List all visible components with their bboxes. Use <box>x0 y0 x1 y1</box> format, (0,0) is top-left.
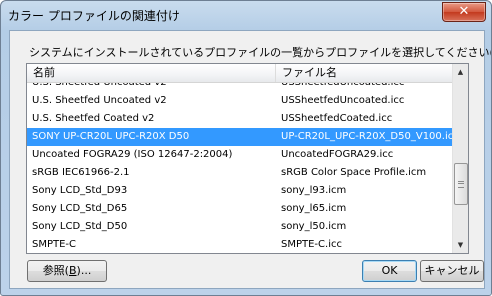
list-item[interactable]: U.S. Sheetfed Uncoated v2 USSheetfedUnco… <box>27 92 453 110</box>
profile-filename: USSheetfedCoated.icc <box>281 113 393 124</box>
profile-name: U.S. Sheetfed Uncoated v2 <box>32 95 167 106</box>
profile-filename: UP-CR20L_UPC-R20X_D50_V100.icm <box>281 131 453 142</box>
list-item[interactable]: U.S. Sheetfed Coated v2 USSheetfedCoated… <box>27 110 453 128</box>
list-body: U.S. Sheetfed Uncoated v2 USSheetfedUnco… <box>27 83 453 253</box>
profile-name: SMPTE-C <box>32 239 77 250</box>
close-button[interactable]: ✕ <box>442 2 486 22</box>
window-title: カラー プロファイルの関連付け <box>8 9 180 23</box>
grip-icon <box>458 181 464 188</box>
list-item[interactable]: Sony LCD_Std_D93 sony_l93.icm <box>27 182 453 200</box>
profile-filename: sony_l65.icm <box>281 203 347 214</box>
scrollbar-thumb[interactable] <box>454 163 468 205</box>
list-item[interactable]: sRGB IEC61966-2.1 sRGB Color Space Profi… <box>27 164 453 182</box>
profile-name: Sony LCD_Std_D65 <box>32 203 128 214</box>
instruction-text: システムにインストールされているプロファイルの一覧からプロファイルを選択してくだ… <box>29 46 492 59</box>
profile-filename: sony_l50.icm <box>281 221 347 232</box>
profile-name: Sony LCD_Std_D93 <box>32 185 128 196</box>
list-item-partial[interactable]: U.S. Sheetfed Uncoated v2 USSheetfedUnco… <box>27 83 453 92</box>
profile-name: Sony LCD_Std_D50 <box>32 221 128 232</box>
profile-list[interactable]: 名前 ファイル名 U.S. Sheetfed Uncoated v2 USShe… <box>26 63 469 254</box>
profile-name: sRGB IEC61966-2.1 <box>32 167 130 178</box>
browse-suffix: )... <box>76 264 92 277</box>
instruction-label: システムにインストールされているプロファイルの一覧からプロファイルを選択してくだ… <box>29 44 492 60</box>
cancel-button[interactable]: キャンセル <box>420 260 484 282</box>
profile-filename: USSheetfedUncoated.icc <box>281 83 453 92</box>
profile-name: SONY UP-CR20L UPC-R20X D50 <box>32 131 190 142</box>
list-header: 名前 ファイル名 <box>27 64 453 83</box>
scroll-up-arrow-icon[interactable]: ▲ <box>453 64 468 80</box>
column-header-name[interactable]: 名前 <box>27 64 276 82</box>
scroll-down-arrow-icon[interactable]: ▼ <box>453 237 468 253</box>
profile-filename: sRGB Color Space Profile.icm <box>281 167 427 178</box>
browse-label: 参照( <box>42 264 69 277</box>
dialog-client-area: システムにインストールされているプロファイルの一覧からプロファイルを選択してくだ… <box>9 30 491 289</box>
list-item[interactable]: Sony LCD_Std_D65 sony_l65.icm <box>27 200 453 218</box>
profile-filename: USSheetfedUncoated.icc <box>281 95 405 106</box>
profile-name: U.S. Sheetfed Uncoated v2 <box>32 83 272 92</box>
browse-accelerator: B <box>68 264 77 277</box>
profile-name: Uncoated FOGRA29 (ISO 12647-2:2004) <box>32 149 233 160</box>
dialog-window: カラー プロファイルの関連付け ✕ システムにインストールされているプロファイル… <box>0 0 492 296</box>
list-item[interactable]: SMPTE-C SMPTE-C.icc <box>27 236 453 253</box>
profile-filename: SMPTE-C.icc <box>281 239 342 250</box>
list-item[interactable]: Sony LCD_Std_D50 sony_l50.icm <box>27 218 453 236</box>
list-item[interactable]: Uncoated FOGRA29 (ISO 12647-2:2004) Unco… <box>27 146 453 164</box>
profile-name: U.S. Sheetfed Coated v2 <box>32 113 155 124</box>
profile-filename: UncoatedFOGRA29.icc <box>281 149 394 160</box>
list-item-selected[interactable]: SONY UP-CR20L UPC-R20X D50 UP-CR20L_UPC-… <box>27 128 453 146</box>
ok-button[interactable]: OK <box>362 260 417 282</box>
profile-filename: sony_l93.icm <box>281 185 347 196</box>
column-header-filename[interactable]: ファイル名 <box>276 64 453 82</box>
close-icon: ✕ <box>458 4 470 19</box>
title-bar[interactable]: カラー プロファイルの関連付け ✕ <box>1 1 491 31</box>
vertical-scrollbar[interactable]: ▲ ▼ <box>452 64 468 253</box>
browse-button[interactable]: 参照(B)... <box>27 260 107 282</box>
